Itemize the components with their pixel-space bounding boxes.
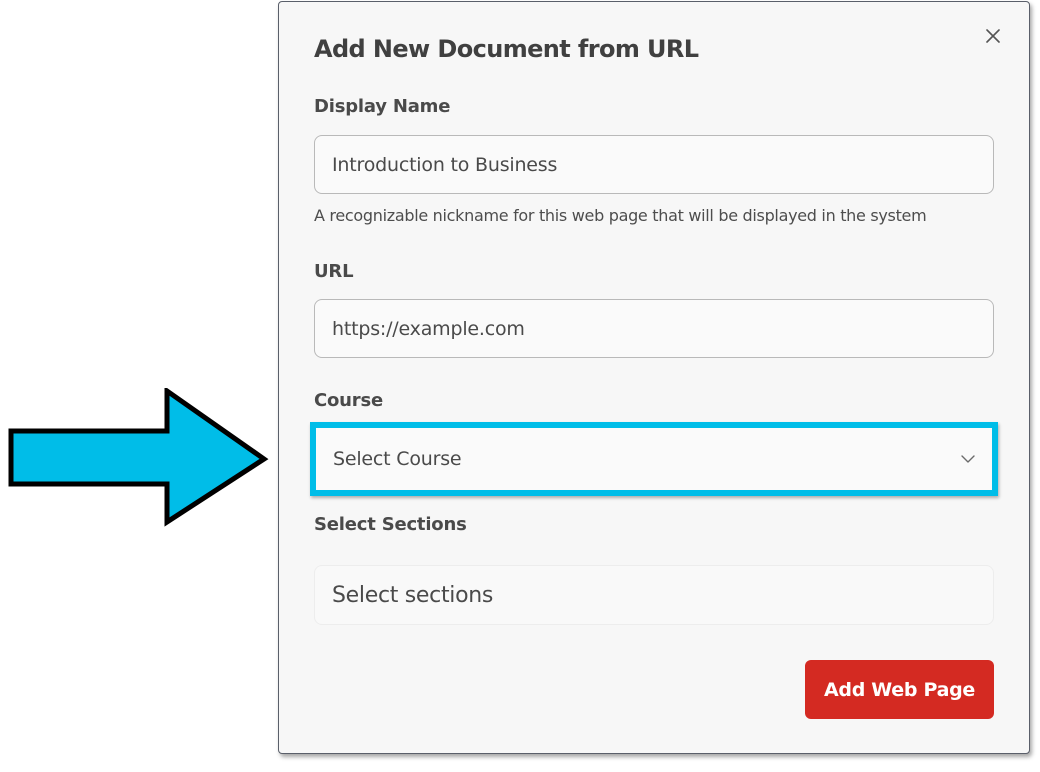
arrow-right-icon: [8, 388, 269, 527]
url-label: URL: [314, 261, 354, 282]
course-select-value: Select Course: [333, 448, 462, 470]
display-name-label: Display Name: [314, 96, 451, 117]
url-input[interactable]: https://example.com: [314, 299, 994, 358]
add-document-modal: Add New Document from URL Display Name I…: [278, 1, 1030, 754]
display-name-input[interactable]: Introduction to Business: [314, 135, 994, 194]
display-name-help-text: A recognizable nickname for this web pag…: [314, 206, 927, 225]
course-select[interactable]: Select Course: [316, 428, 992, 490]
chevron-down-icon: [961, 455, 975, 463]
close-icon: [986, 29, 1000, 43]
course-label: Course: [314, 390, 383, 411]
sections-select[interactable]: Select sections: [314, 565, 994, 625]
add-web-page-button[interactable]: Add Web Page: [805, 660, 994, 719]
close-button[interactable]: [981, 24, 1005, 48]
screenshot-stage: Add New Document from URL Display Name I…: [0, 0, 1040, 772]
sections-label: Select Sections: [314, 514, 467, 535]
modal-title: Add New Document from URL: [314, 35, 699, 63]
